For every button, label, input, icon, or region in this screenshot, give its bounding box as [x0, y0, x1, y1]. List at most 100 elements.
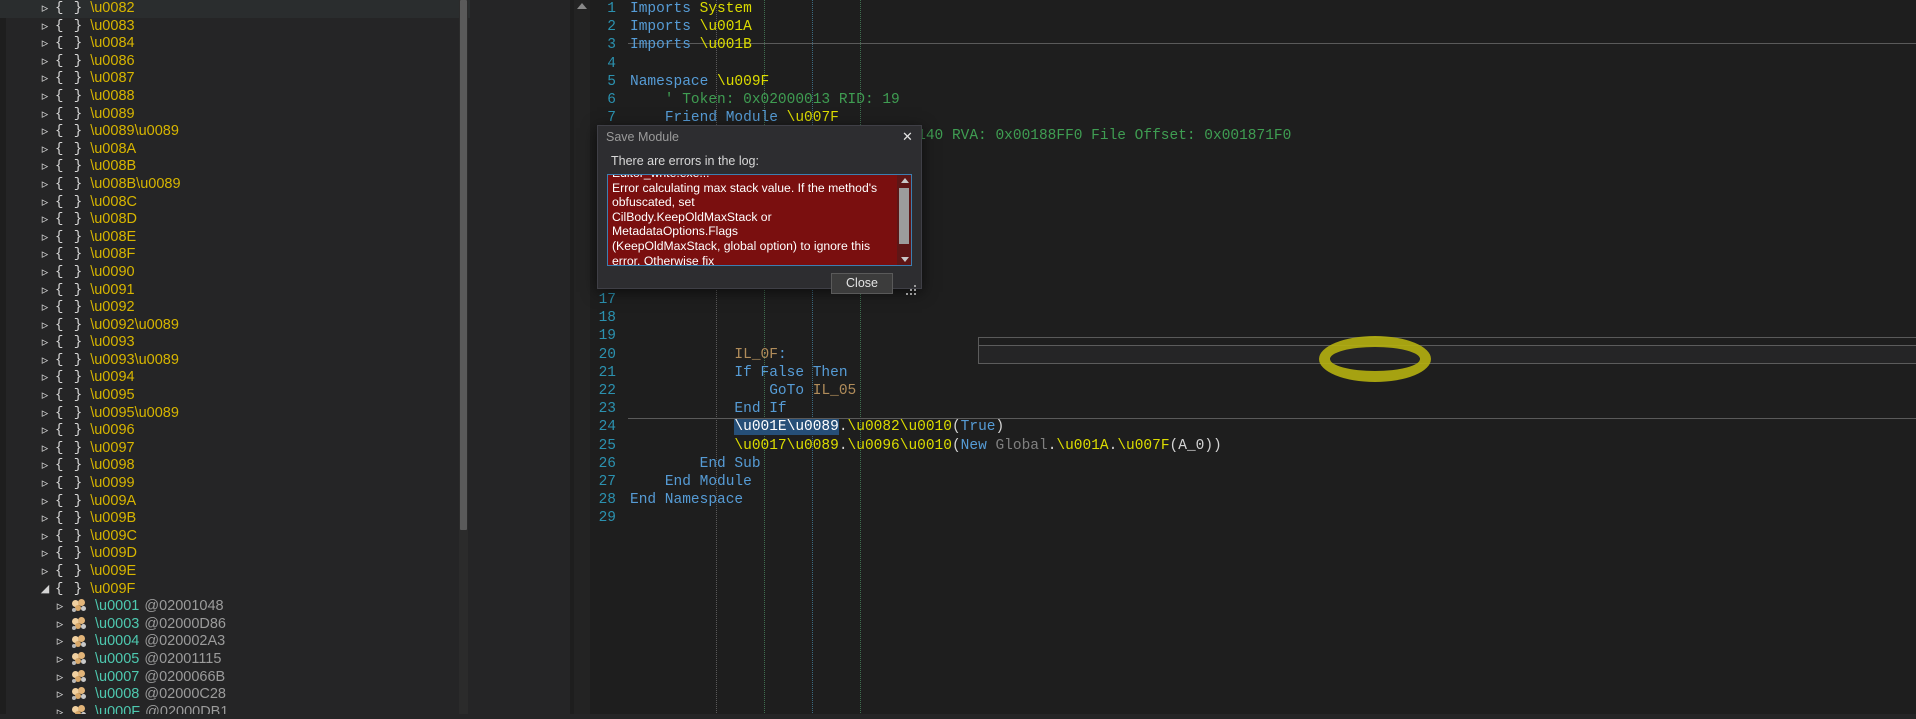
code-line-text[interactable]: Imports System [630, 0, 1916, 18]
code-line[interactable]: 2 Imports \u001A [590, 18, 1916, 36]
method-icon [70, 617, 90, 632]
tree-item-label: \u008D [90, 211, 137, 228]
code-token: Imports [630, 37, 700, 54]
code-token: ( [951, 437, 961, 454]
close-button[interactable]: Close [831, 273, 893, 294]
namespace-icon: { } [55, 87, 84, 104]
code-line-text[interactable] [630, 327, 1916, 345]
resize-grip[interactable] [906, 285, 918, 297]
code-line-text[interactable] [630, 509, 1916, 527]
chevron-down-icon[interactable] [35, 581, 55, 599]
tree-item-label: \u0090 [90, 263, 135, 280]
code-line-text[interactable] [630, 309, 1916, 327]
code-line[interactable]: 4 [590, 55, 1916, 73]
namespace-icon: { } [55, 510, 84, 527]
tree-item-token: @020002A3 [144, 633, 226, 650]
code-line[interactable]: 19 [590, 327, 1916, 345]
code-line-text[interactable]: Imports \u001B [630, 36, 1916, 54]
code-lines-container[interactable]: 1 Imports System 2 Imports \u001A 3 Imports \… [590, 0, 1916, 719]
tree-item-label: \u009B [90, 510, 137, 527]
code-token: \u0082\u0010 [847, 419, 952, 436]
code-token: . [838, 437, 848, 454]
error-log-box[interactable]: Editor_write.exe... Error calculating ma… [607, 174, 912, 266]
code-token: Friend Module [664, 110, 787, 127]
code-token: ( [1169, 437, 1179, 454]
code-token: End Module [664, 473, 752, 490]
tree-item-token: @02001048 [144, 598, 224, 615]
code-line-text[interactable]: End Sub [630, 455, 1916, 473]
code-token: ' Token: 0x02000013 RID: 19 [630, 91, 900, 108]
code-token: \u001E\u0089 [734, 419, 839, 436]
code-line[interactable]: 22 GoTo IL_05 [590, 382, 1916, 400]
tree-vertical-scrollbar[interactable] [459, 0, 468, 719]
code-token: \u007F [1117, 437, 1170, 454]
code-token: ) [995, 419, 1005, 436]
line-number: 28 [598, 492, 616, 509]
code-line-text[interactable]: End Module [630, 473, 1916, 491]
scroll-up-arrow-icon[interactable] [577, 3, 587, 9]
code-token: End If [734, 401, 787, 418]
tree-item-label: \u0089\u0089 [90, 123, 179, 140]
code-line[interactable]: 28 End Namespace [590, 491, 1916, 509]
code-line[interactable]: 21 If False Then [590, 364, 1916, 382]
code-line[interactable]: 23 End If [590, 400, 1916, 418]
namespace-icon: { } [55, 70, 84, 87]
namespace-icon: { } [55, 422, 84, 439]
code-line[interactable]: 25 \u0017\u0089.\u0096\u0010(New Global.… [590, 437, 1916, 455]
code-line-text[interactable]: Namespace \u009F [630, 73, 1916, 91]
scroll-up-arrow-icon[interactable] [901, 178, 909, 183]
code-line[interactable]: 26 End Sub [590, 455, 1916, 473]
tree-item-label: \u009C [90, 527, 137, 544]
tree-item-label: \u0007 [95, 668, 140, 685]
code-line[interactable]: 6 ' Token: 0x02000013 RID: 19 [590, 91, 1916, 109]
code-line-text[interactable]: End If [630, 400, 1916, 418]
chevron-right-icon[interactable] [35, 562, 55, 582]
tree-item-token: @0200066B [144, 668, 226, 685]
namespace-icon: { } [55, 545, 84, 562]
code-line-text[interactable]: GoTo IL_05 [630, 382, 1916, 400]
tree-item-label: \u0098 [90, 457, 135, 474]
code-line-text[interactable]: \u001E\u0089.\u0082\u0010(True) [630, 418, 1916, 436]
tree-scrollbar-thumb[interactable] [460, 0, 467, 530]
code-token: \u0017\u0089 [734, 437, 839, 454]
tree-item-label: \u0084 [90, 35, 135, 52]
code-line[interactable]: 24 \u001E\u0089.\u0082\u0010(True) [590, 418, 1916, 436]
code-line-text[interactable]: End Namespace [630, 491, 1916, 509]
window-bottom-edge [0, 714, 1916, 719]
line-number: 18 [598, 310, 616, 327]
code-token: \u001B [699, 37, 752, 54]
save-module-dialog: Save Module ✕ There are errors in the lo… [597, 125, 922, 295]
tree-item-label: \u008F [90, 246, 136, 263]
error-log-scrollbar[interactable] [897, 175, 911, 265]
tree-item-label: \u0005 [95, 650, 140, 667]
code-line-text[interactable] [630, 55, 1916, 73]
tree-item-label: \u0092 [90, 299, 135, 316]
code-line-text[interactable]: IL_0F: [630, 346, 1916, 364]
code-line[interactable]: 18 [590, 309, 1916, 327]
tree-item-label: \u008B\u0089 [90, 175, 181, 192]
code-line-text[interactable]: ' Token: 0x02000013 RID: 19 [630, 91, 1916, 109]
namespace-icon: { } [55, 439, 84, 456]
error-log-text: Editor_write.exe... Error calculating ma… [612, 175, 878, 266]
code-line-text[interactable]: If False Then [630, 364, 1916, 382]
code-line[interactable]: 1 Imports System [590, 0, 1916, 18]
editor-vertical-scrollbar[interactable] [574, 0, 590, 719]
namespace-icon: { } [55, 299, 84, 316]
error-scrollbar-thumb[interactable] [899, 188, 909, 244]
scroll-down-arrow-icon[interactable] [901, 257, 909, 262]
code-line-text[interactable]: Imports \u001A [630, 18, 1916, 36]
code-line[interactable]: 29 [590, 509, 1916, 527]
close-icon[interactable]: ✕ [898, 128, 917, 146]
dialog-titlebar[interactable]: Save Module ✕ [598, 126, 921, 148]
code-line[interactable]: 27 End Module [590, 473, 1916, 491]
code-line[interactable]: 20 IL_0F: [590, 346, 1916, 364]
code-line[interactable]: 3 Imports \u001B [590, 36, 1916, 54]
code-line-text[interactable]: \u0017\u0089.\u0096\u0010(New Global.\u0… [630, 437, 1916, 455]
code-line[interactable]: 5 Namespace \u009F [590, 73, 1916, 91]
namespace-icon: { } [55, 527, 84, 544]
method-icon [70, 687, 90, 702]
tree-item-label: \u0099 [90, 475, 135, 492]
